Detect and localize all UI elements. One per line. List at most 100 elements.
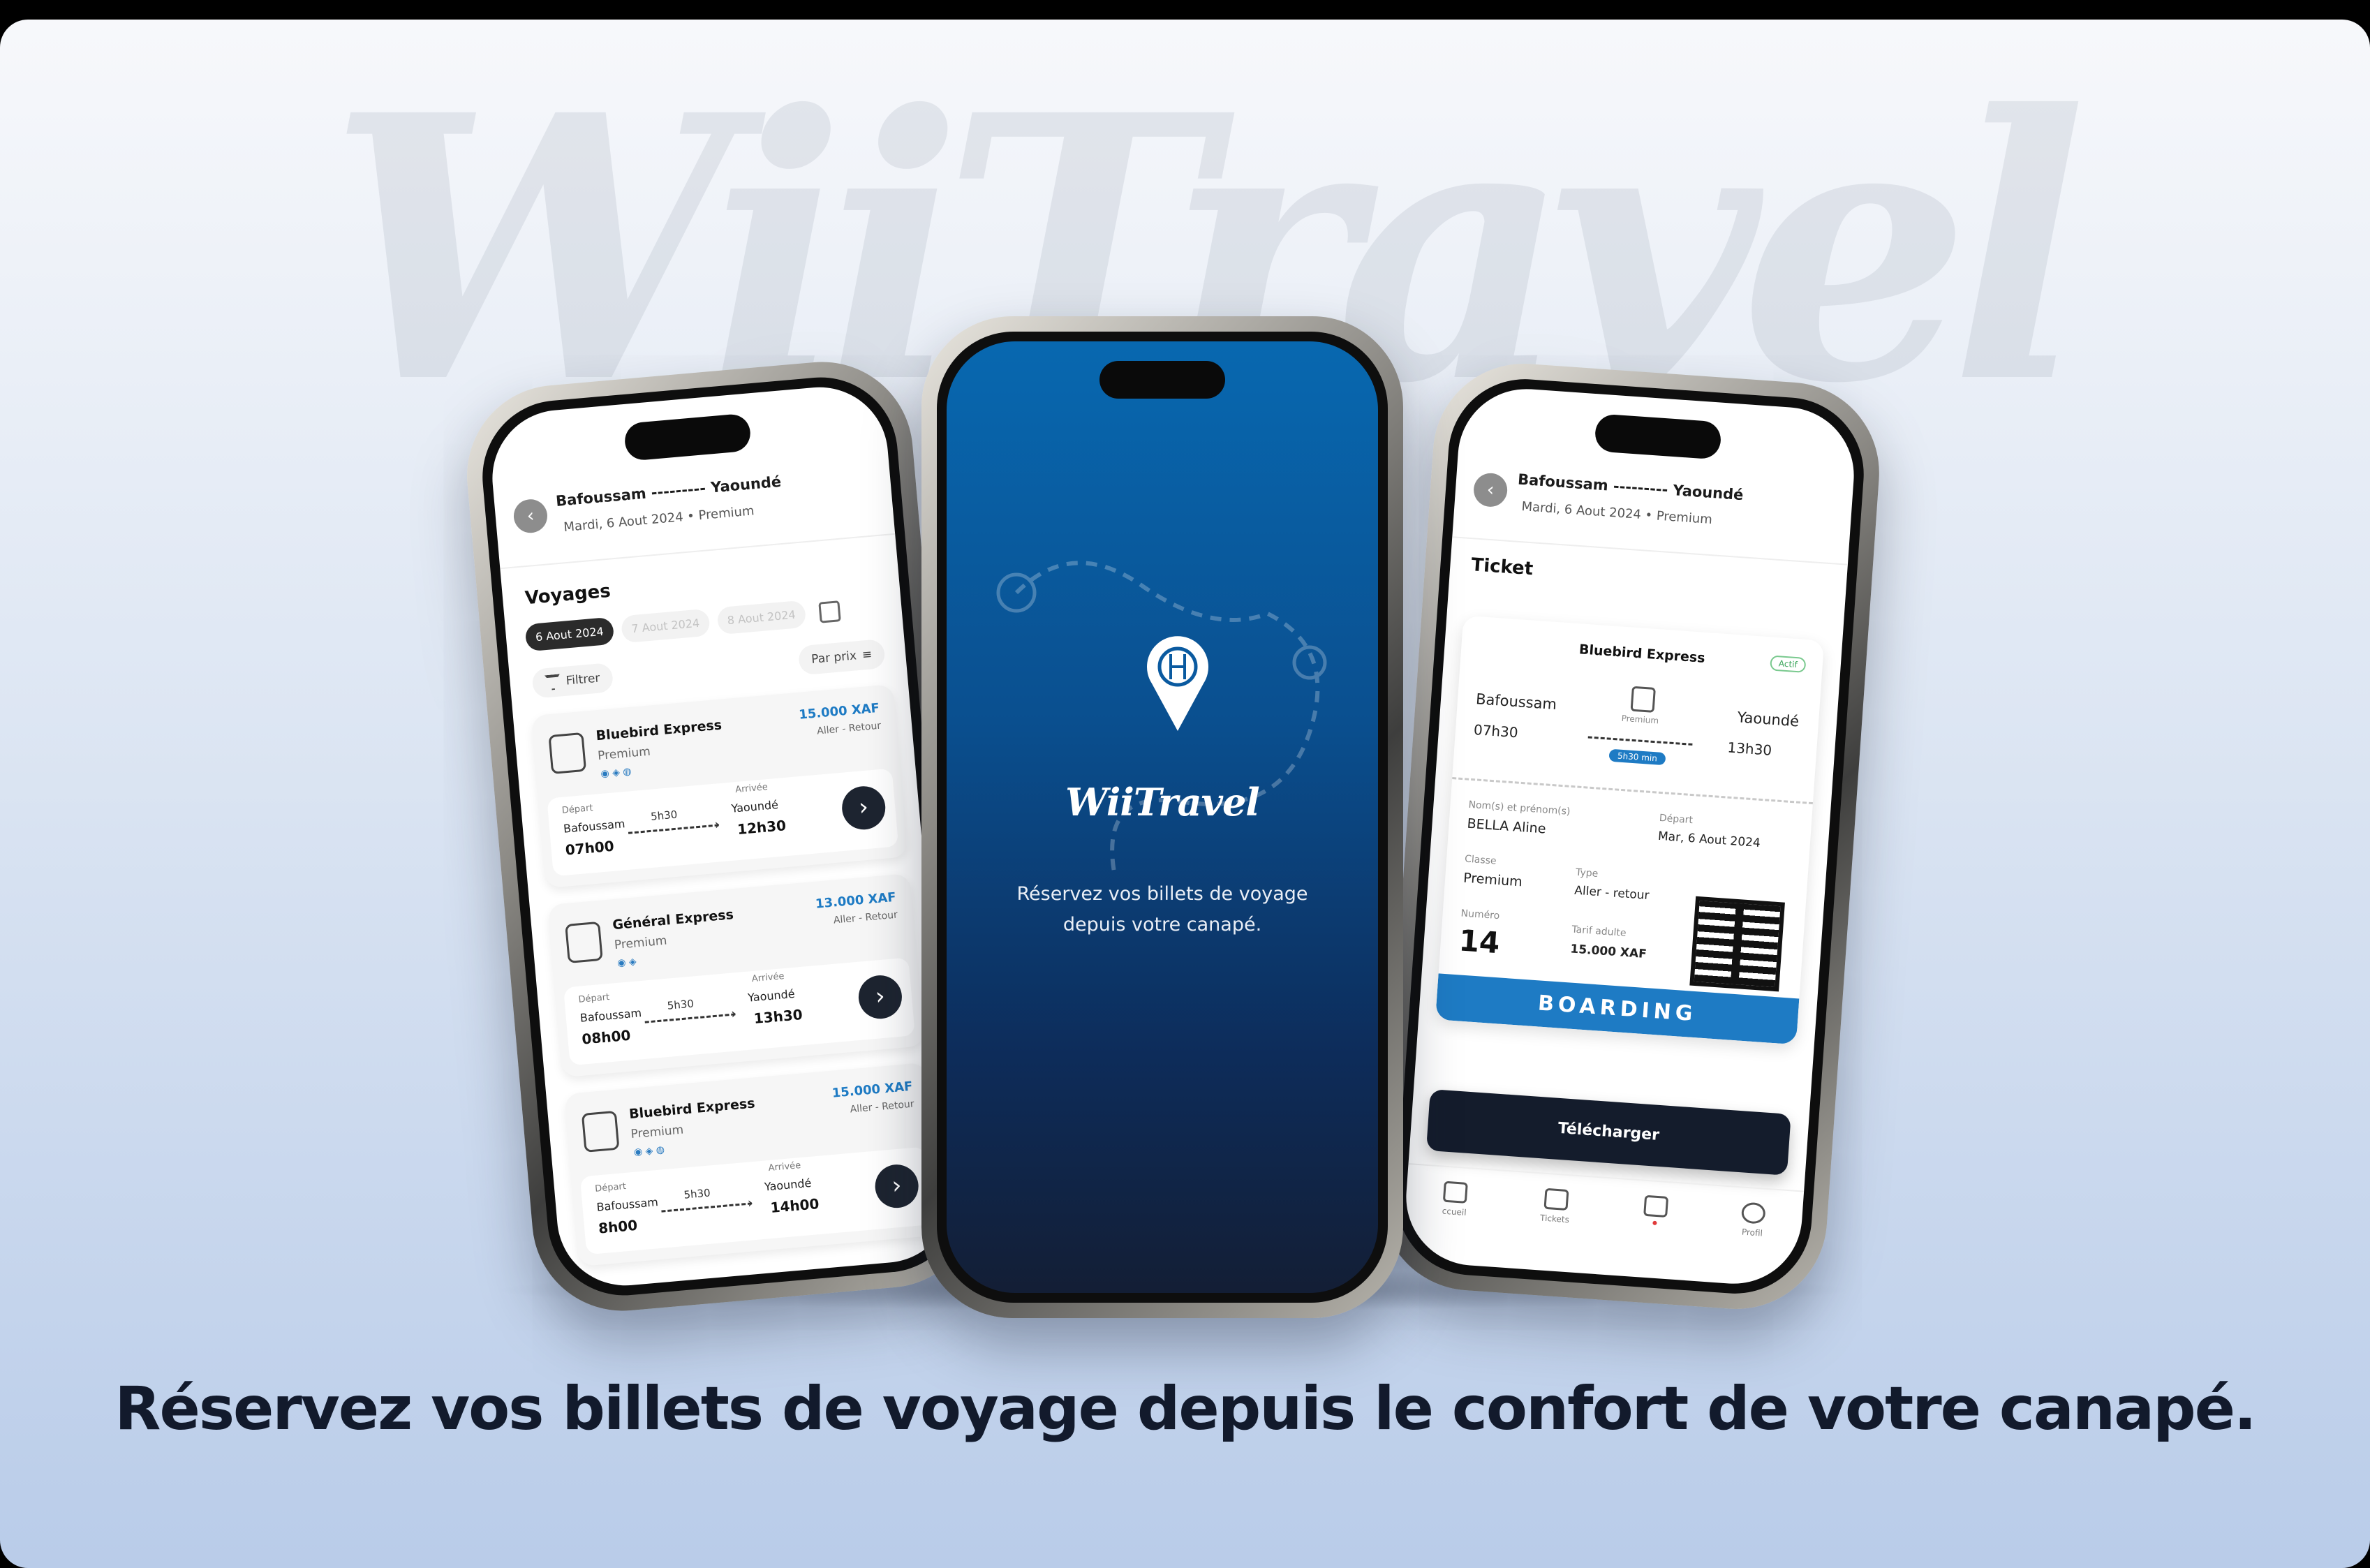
ticket-from-time: 07h30 bbox=[1473, 721, 1519, 741]
tab-profile[interactable]: Profil bbox=[1740, 1201, 1766, 1238]
promo-canvas: WiiTravel ‹ Bafoussam --------- Yaoundé … bbox=[0, 20, 2370, 1568]
trip-direction: Aller - Retour bbox=[833, 909, 898, 926]
trip-tier: Premium bbox=[597, 744, 651, 764]
type-label: Type bbox=[1575, 866, 1599, 880]
dynamic-island bbox=[1099, 361, 1225, 399]
trip-price: 15.000 XAF bbox=[831, 1079, 914, 1101]
phone-splash: WiiTravel Réservez vos billets de voyage… bbox=[921, 316, 1403, 1318]
tab-bookings[interactable] bbox=[1643, 1195, 1669, 1226]
arrival-label: Arrivée bbox=[768, 1160, 801, 1174]
bus-icon bbox=[565, 921, 603, 963]
arrival-city: Yaoundé bbox=[764, 1176, 813, 1194]
phone-ticket: ‹ Bafoussam --------- Yaoundé Mardi, 6 A… bbox=[1375, 357, 1886, 1315]
trip-tier: Premium bbox=[614, 933, 668, 953]
bus-icon bbox=[548, 732, 587, 774]
date-chip-2[interactable]: 7 Aout 2024 bbox=[620, 608, 711, 644]
ticket-from-city: Bafoussam bbox=[1475, 690, 1557, 713]
back-button[interactable]: ‹ bbox=[512, 498, 549, 535]
trip-company: Bluebird Express bbox=[628, 1095, 756, 1123]
home-icon bbox=[1443, 1181, 1469, 1204]
trip-schedule: Départ Bafoussam 07h00 5h30 › Arrivée Ya… bbox=[547, 768, 899, 877]
route-separator: --------- bbox=[650, 480, 706, 501]
departure-city: Bafoussam bbox=[579, 1006, 642, 1025]
filter-button[interactable]: Filtrer bbox=[531, 662, 614, 699]
trip-list-screen: ‹ Bafoussam --------- Yaoundé Mardi, 6 A… bbox=[487, 381, 958, 1292]
arrow-icon: › bbox=[713, 815, 721, 833]
arrival-city: Yaoundé bbox=[747, 986, 796, 1005]
phone-bezel: ‹ Bafoussam --------- Yaoundé Mardi, 6 A… bbox=[476, 371, 969, 1302]
trip-schedule: Départ Bafoussam 08h00 5h30 › Arrivée Ya… bbox=[563, 957, 915, 1066]
ticket-screen: ‹ Bafoussam --------- Yaoundé Mardi, 6 A… bbox=[1401, 384, 1859, 1289]
tab-home-label: ccueil bbox=[1442, 1206, 1467, 1218]
trip-card[interactable]: Général Express Premium ◉ ◈ 13.000 XAF A… bbox=[547, 873, 925, 1078]
user-icon bbox=[1740, 1201, 1766, 1225]
arrival-time: 12h30 bbox=[736, 817, 787, 838]
download-button[interactable]: Télécharger bbox=[1425, 1088, 1791, 1176]
route-separator: --------- bbox=[1613, 478, 1669, 498]
headline: Réservez vos billets de voyage depuis le… bbox=[114, 1374, 2256, 1444]
route-subtitle: Mardi, 6 Aout 2024 • Premium bbox=[563, 503, 755, 535]
ticket-to-city: Yaoundé bbox=[1736, 709, 1800, 730]
date-chip-3[interactable]: 8 Aout 2024 bbox=[716, 600, 807, 635]
departure-city: Bafoussam bbox=[563, 817, 626, 836]
bottom-tab-bar: ccueil Tickets Profil bbox=[1401, 1162, 1805, 1289]
trip-card[interactable]: Bluebird Express Premium ◉ ◈ ◍ 15.000 XA… bbox=[564, 1062, 941, 1267]
route-from: Bafoussam bbox=[1517, 471, 1609, 494]
boarding-ticket: Bluebird Express Actif Bafoussam 07h30 P… bbox=[1435, 615, 1825, 1045]
bus-icon bbox=[1630, 686, 1656, 713]
trip-header: ‹ Bafoussam --------- Yaoundé Mardi, 6 A… bbox=[487, 381, 896, 570]
tab-home[interactable]: ccueil bbox=[1442, 1181, 1469, 1218]
tab-profile-label: Profil bbox=[1741, 1227, 1763, 1238]
route-dash bbox=[644, 1013, 736, 1023]
arrival-city: Yaoundé bbox=[730, 797, 779, 815]
splash-screen: WiiTravel Réservez vos billets de voyage… bbox=[947, 341, 1378, 1293]
trip-duration: 5h30 bbox=[667, 997, 695, 1012]
select-trip-button[interactable]: › bbox=[840, 784, 887, 831]
class-label: Classe bbox=[1464, 853, 1497, 867]
arrival-label: Arrivée bbox=[751, 971, 785, 985]
back-button[interactable]: ‹ bbox=[1472, 472, 1509, 508]
tab-tickets-label: Tickets bbox=[1539, 1213, 1570, 1225]
route-dash bbox=[628, 824, 719, 834]
name-label: Nom(s) et prénom(s) bbox=[1468, 799, 1571, 818]
select-trip-button[interactable]: › bbox=[873, 1162, 921, 1210]
trip-card[interactable]: Bluebird Express Premium ◉ ◈ ◍ 15.000 XA… bbox=[531, 683, 908, 889]
sliders-icon: ≡ bbox=[861, 647, 873, 663]
departure-city: Bafoussam bbox=[595, 1195, 659, 1214]
phone-trip-list: ‹ Bafoussam --------- Yaoundé Mardi, 6 A… bbox=[459, 354, 986, 1319]
splash-tagline: Réservez vos billets de voyage depuis vo… bbox=[1016, 883, 1308, 935]
departure-time: 8h00 bbox=[598, 1216, 639, 1237]
splash-logo: WiiTravel bbox=[1065, 780, 1260, 824]
trip-duration: 5h30 bbox=[650, 808, 678, 823]
date-chip-1[interactable]: 6 Aout 2024 bbox=[524, 616, 615, 652]
trip-tier: Premium bbox=[630, 1123, 684, 1142]
depart-value: Mar, 6 Aout 2024 bbox=[1657, 829, 1761, 851]
sort-button[interactable]: Par prix ≡ bbox=[797, 638, 886, 676]
trip-price: 13.000 XAF bbox=[815, 889, 897, 912]
fare-value: 15.000 XAF bbox=[1569, 942, 1647, 962]
route-dash bbox=[661, 1202, 753, 1213]
ticket-icon bbox=[1543, 1188, 1569, 1211]
route-subtitle: Mardi, 6 Aout 2024 • Premium bbox=[1520, 499, 1713, 528]
departure-label: Départ bbox=[594, 1181, 627, 1195]
trip-direction: Aller - Retour bbox=[816, 720, 882, 737]
ticket-to-time: 13h30 bbox=[1726, 739, 1772, 759]
fare-label: Tarif adulte bbox=[1571, 924, 1627, 939]
bus-icon bbox=[581, 1110, 620, 1153]
depart-label: Départ bbox=[1659, 812, 1694, 827]
departure-time: 07h00 bbox=[564, 837, 615, 859]
calendar-icon[interactable] bbox=[818, 600, 841, 623]
select-trip-button[interactable]: › bbox=[857, 973, 904, 1021]
ticket-title: Ticket bbox=[1470, 554, 1534, 580]
amenities-icons: ◉ ◈ bbox=[616, 956, 637, 969]
route-title: Bafoussam --------- Yaoundé bbox=[1517, 471, 1744, 504]
trip-duration: 5h30 bbox=[683, 1186, 711, 1201]
tab-tickets[interactable]: Tickets bbox=[1540, 1188, 1571, 1225]
departure-label: Départ bbox=[577, 992, 610, 1005]
route-dash bbox=[1587, 736, 1693, 746]
departure-time: 08h00 bbox=[581, 1026, 632, 1048]
departure-label: Départ bbox=[561, 803, 594, 816]
type-value: Aller - retour bbox=[1573, 883, 1650, 903]
trip-direction: Aller - Retour bbox=[850, 1098, 915, 1116]
ticket-header: ‹ Bafoussam --------- Yaoundé Mardi, 6 A… bbox=[1452, 384, 1859, 565]
